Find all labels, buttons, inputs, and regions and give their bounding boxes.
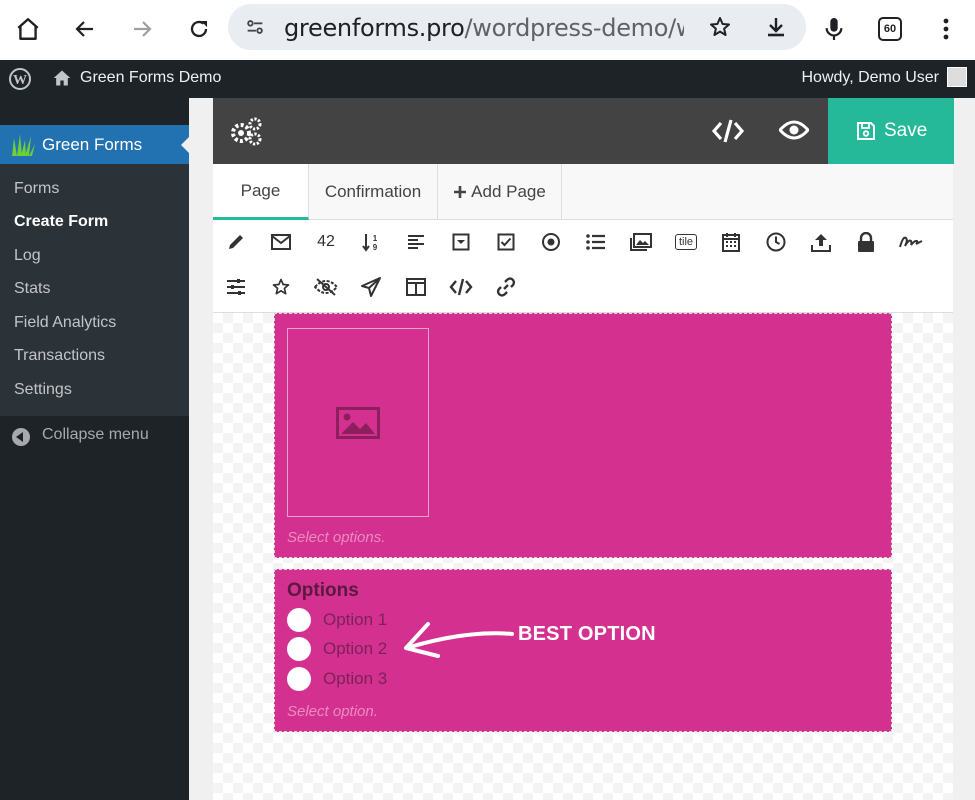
radio-circle[interactable]: [287, 608, 311, 632]
list-icon[interactable]: [581, 227, 611, 257]
field-types-bar: 42 19 tile: [213, 220, 953, 313]
checkbox-icon[interactable]: [491, 227, 521, 257]
form-builder-toolbar: [213, 98, 828, 164]
radio-options-field[interactable]: Options Option 1 Option 2 Option 3 Selec…: [274, 569, 892, 732]
options-title: Options: [287, 580, 359, 601]
sliders-icon[interactable]: [221, 272, 251, 302]
image-placeholder-icon: [336, 406, 380, 439]
page-tabs: Page Confirmation Add Page: [213, 164, 953, 220]
sidebar-item-transactions[interactable]: Transactions: [14, 347, 105, 365]
avatar[interactable]: [947, 67, 967, 87]
microphone-icon[interactable]: [817, 12, 851, 46]
save-label: Save: [884, 120, 928, 141]
sidebar-item-stats[interactable]: Stats: [14, 280, 50, 298]
tab-confirmation-label: Confirmation: [324, 182, 422, 201]
home-site-icon[interactable]: [52, 68, 72, 93]
forward-arrow-icon[interactable]: [125, 12, 159, 46]
add-page-button[interactable]: Add Page: [438, 164, 562, 220]
html-code-icon[interactable]: [446, 272, 476, 302]
image-select-field[interactable]: Select options.: [274, 313, 892, 558]
columns-icon[interactable]: [401, 272, 431, 302]
preview-eye-icon[interactable]: [778, 119, 810, 146]
sidebar-item-forms[interactable]: Forms: [14, 180, 59, 198]
clock-icon[interactable]: [761, 227, 791, 257]
radio-circle[interactable]: [287, 667, 311, 691]
radio-button-icon[interactable]: [536, 227, 566, 257]
sidebar-item-settings[interactable]: Settings: [14, 381, 72, 399]
back-arrow-icon[interactable]: [68, 12, 102, 46]
svg-text:W: W: [13, 73, 27, 88]
collapse-arrow-icon: [12, 428, 30, 446]
more-menu-icon[interactable]: [929, 12, 963, 46]
svg-text:9: 9: [373, 243, 378, 252]
radio-option-label: Option 1: [323, 610, 388, 629]
address-bar[interactable]: greenforms.pro/wordpress-demo/wp-: [228, 4, 806, 50]
send-paper-plane-icon[interactable]: [356, 272, 386, 302]
link-icon[interactable]: [491, 272, 521, 302]
site-name-link[interactable]: Green Forms Demo: [80, 69, 221, 87]
sidebar-submenu: Forms Create Form Log Stats Field Analyt…: [0, 164, 189, 416]
tile-label: tile: [674, 234, 698, 250]
svg-text:1: 1: [373, 234, 378, 243]
sort-numeric-icon[interactable]: 19: [356, 227, 386, 257]
browser-toolbar: greenforms.pro/wordpress-demo/wp- 60: [0, 0, 975, 60]
settings-gears-icon[interactable]: [229, 116, 263, 151]
image-gallery-icon[interactable]: [626, 227, 656, 257]
dropdown-select-icon[interactable]: [446, 227, 476, 257]
hidden-field-eye-slash-icon[interactable]: [311, 272, 341, 302]
email-icon[interactable]: [266, 227, 296, 257]
grass-logo-icon: [10, 132, 36, 161]
image-option[interactable]: [287, 328, 429, 517]
tab-confirmation[interactable]: Confirmation: [309, 164, 438, 220]
tab-page[interactable]: Page: [213, 164, 309, 220]
text-align-icon[interactable]: [401, 227, 431, 257]
tab-count: 60: [878, 17, 902, 41]
upload-icon[interactable]: [806, 227, 836, 257]
user-greeting[interactable]: Howdy, Demo User: [801, 69, 939, 87]
radio-option-label: Option 2: [323, 639, 388, 658]
add-page-label: Add Page: [471, 182, 546, 201]
tab-page-label: Page: [240, 180, 281, 200]
signature-icon[interactable]: [896, 227, 926, 257]
sidebar-item-field-analytics[interactable]: Field Analytics: [14, 314, 116, 332]
code-icon[interactable]: [711, 118, 745, 149]
radio-option-label: Option 3: [323, 669, 388, 688]
lock-icon[interactable]: [851, 227, 881, 257]
tab-switcher-icon[interactable]: 60: [873, 12, 907, 46]
plus-icon: [454, 186, 467, 198]
bookmark-star-icon[interactable]: [708, 15, 732, 44]
radio-options-hint: Select option.: [287, 703, 378, 720]
floppy-disk-icon: [856, 121, 876, 147]
wordpress-logo-icon[interactable]: W: [8, 67, 32, 96]
site-settings-icon[interactable]: [244, 16, 266, 43]
download-icon[interactable]: [764, 15, 788, 44]
tile-icon[interactable]: tile: [671, 227, 701, 257]
calendar-icon[interactable]: [716, 227, 746, 257]
image-select-hint: Select options.: [287, 529, 386, 546]
current-menu-arrow: [181, 137, 189, 153]
home-icon[interactable]: [11, 12, 45, 46]
admin-sidebar: Green Forms Forms Create Form Log Stats …: [0, 98, 189, 800]
url-text: greenforms.pro/wordpress-demo/wp-: [284, 14, 684, 42]
collapse-menu-label: Collapse menu: [42, 426, 149, 443]
sidebar-item-green-forms[interactable]: Green Forms: [0, 125, 189, 164]
save-button[interactable]: Save: [828, 98, 954, 164]
star-rating-icon[interactable]: [266, 272, 296, 302]
reload-icon[interactable]: [182, 12, 216, 46]
radio-circle[interactable]: [287, 637, 311, 661]
pencil-icon[interactable]: [221, 227, 251, 257]
wp-admin-bar: W Green Forms Demo Howdy, Demo User: [0, 60, 975, 98]
sidebar-item-create-form[interactable]: Create Form: [14, 213, 108, 231]
best-option-annotation: BEST OPTION: [518, 623, 656, 645]
number-field-icon[interactable]: 42: [311, 227, 341, 257]
annotation-arrow-icon: [404, 622, 514, 658]
sidebar-plugin-title: Green Forms: [42, 135, 143, 154]
sidebar-item-log[interactable]: Log: [14, 247, 41, 265]
